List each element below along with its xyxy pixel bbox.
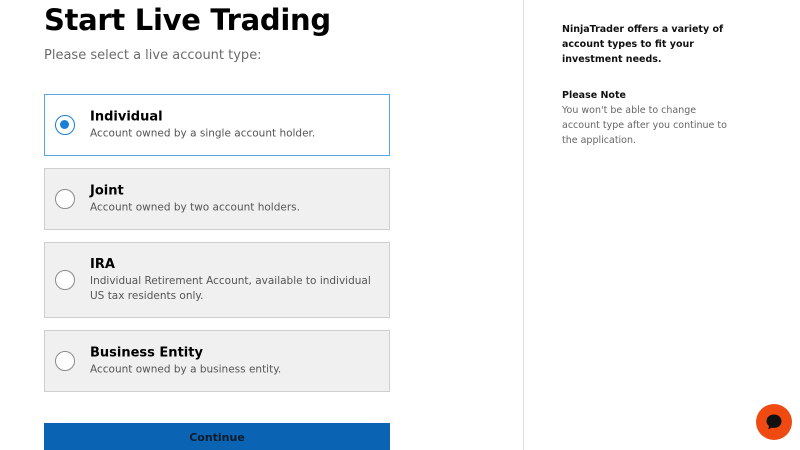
- info-sidebar: NinjaTrader offers a variety of account …: [562, 22, 732, 148]
- note-text: You won't be able to change account type…: [562, 105, 727, 146]
- page-subtitle: Please select a live account type:: [44, 48, 262, 63]
- vertical-divider: [523, 0, 524, 450]
- option-text: Joint Account owned by two account holde…: [90, 183, 375, 216]
- option-description: Account owned by two account holders.: [90, 201, 300, 214]
- option-title: Business Entity: [90, 345, 203, 361]
- account-type-list: Individual Account owned by a single acc…: [44, 94, 390, 392]
- chat-bubble-icon: [766, 414, 782, 430]
- radio-individual[interactable]: [55, 115, 75, 135]
- option-description: Individual Retirement Account, available…: [90, 275, 371, 302]
- account-selection-panel: Start Live Trading Please select a live …: [44, 0, 390, 404]
- option-title: IRA: [90, 257, 115, 272]
- note-title: Please Note: [562, 90, 626, 101]
- page-title: Start Live Trading: [44, 3, 331, 37]
- continue-button[interactable]: Continue: [44, 423, 390, 450]
- option-text: Business Entity Account owned by a busin…: [90, 345, 375, 378]
- option-description: Account owned by a business entity.: [90, 363, 282, 376]
- account-option-individual[interactable]: Individual Account owned by a single acc…: [44, 94, 390, 156]
- radio-joint[interactable]: [55, 189, 75, 209]
- radio-ira[interactable]: [55, 270, 75, 290]
- sidebar-intro: NinjaTrader offers a variety of account …: [562, 24, 724, 65]
- option-text: IRA Individual Retirement Account, avail…: [90, 256, 375, 304]
- option-title: Individual: [90, 109, 163, 125]
- account-option-business-entity[interactable]: Business Entity Account owned by a busin…: [44, 330, 390, 392]
- radio-business-entity[interactable]: [55, 351, 75, 371]
- account-option-joint[interactable]: Joint Account owned by two account holde…: [44, 168, 390, 230]
- option-text: Individual Account owned by a single acc…: [90, 109, 375, 142]
- account-option-ira[interactable]: IRA Individual Retirement Account, avail…: [44, 242, 390, 318]
- chat-launcher-button[interactable]: [756, 404, 792, 440]
- option-description: Account owned by a single account holder…: [90, 127, 316, 140]
- option-title: Joint: [90, 183, 124, 199]
